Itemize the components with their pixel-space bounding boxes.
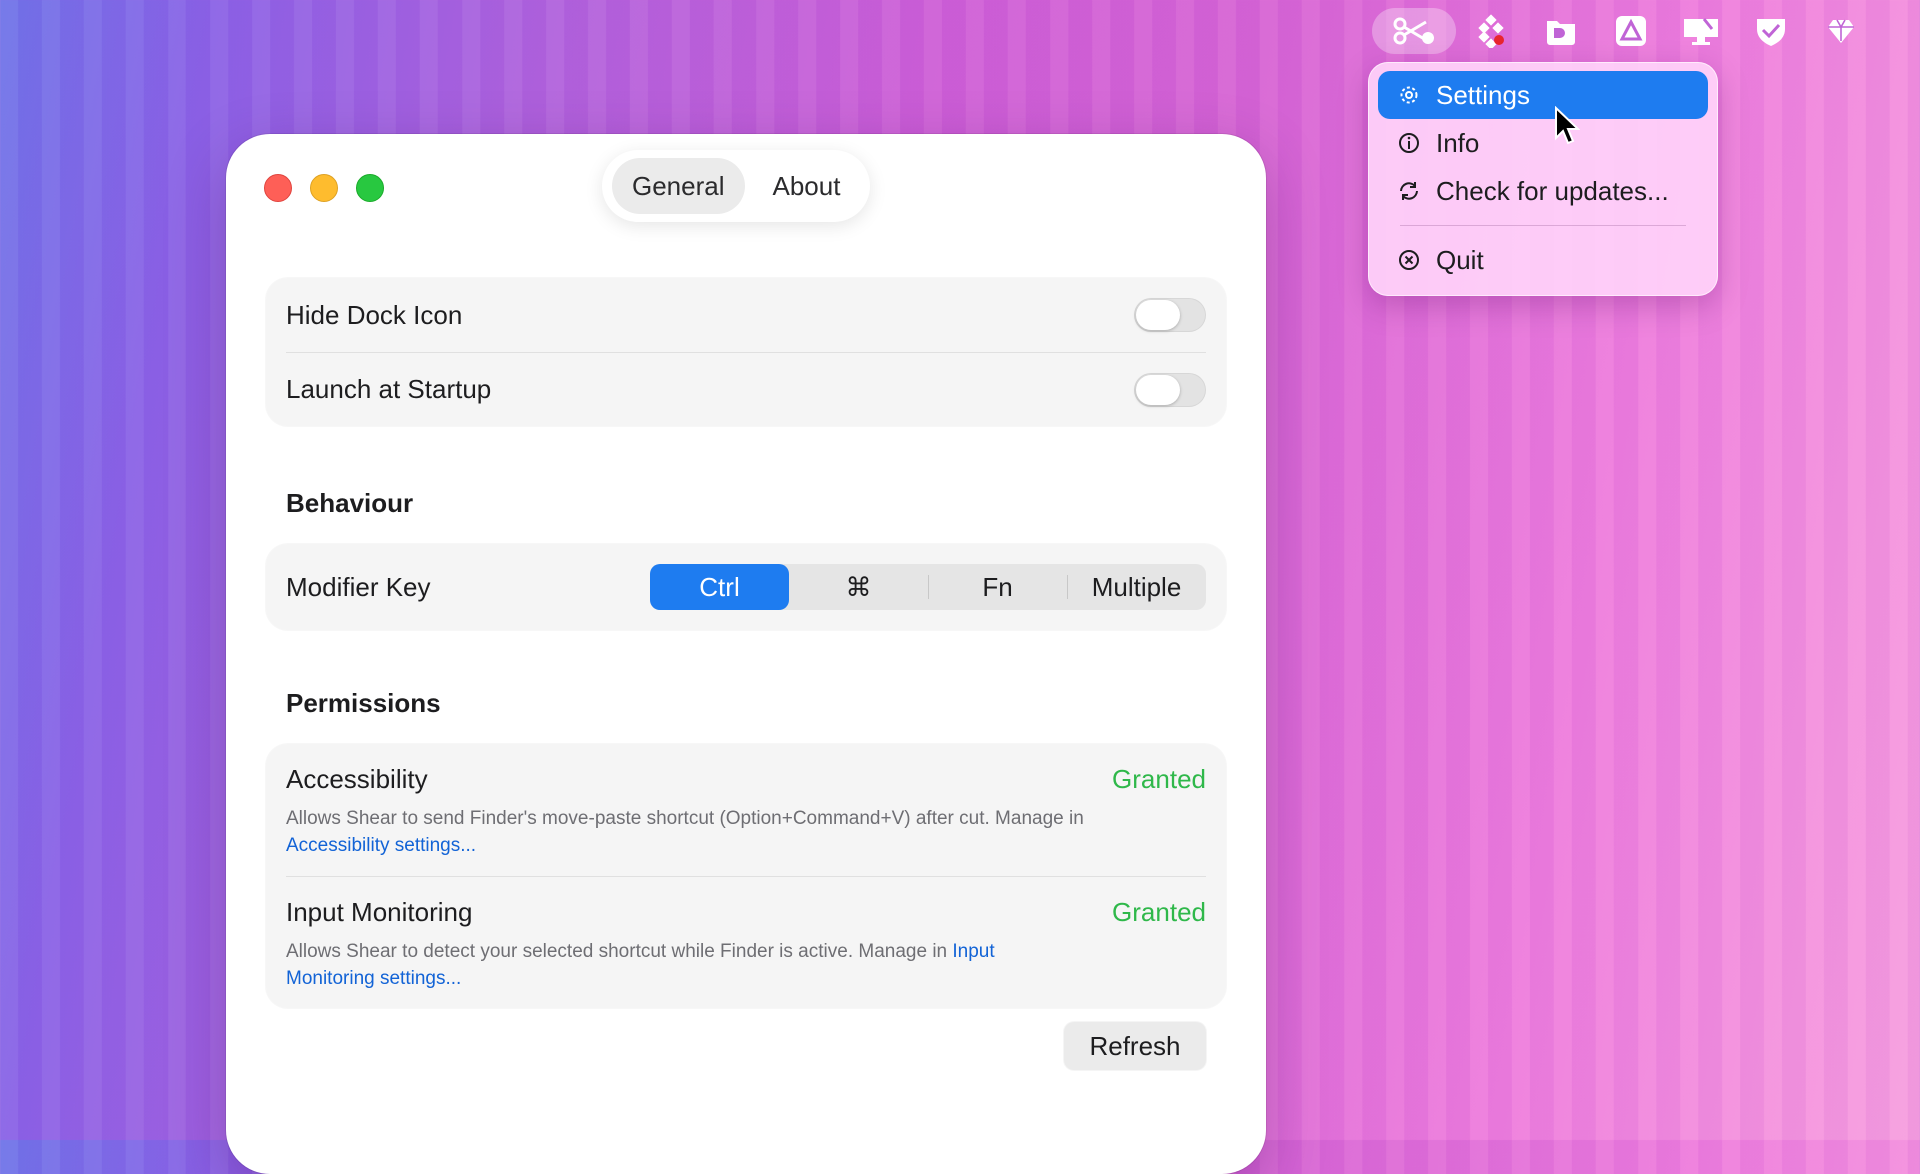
menu-item-label: Settings: [1436, 79, 1530, 110]
menu-item-settings[interactable]: Settings: [1378, 71, 1708, 119]
diamond-icon[interactable]: [1806, 8, 1876, 54]
modifier-option-command[interactable]: ⌘: [789, 564, 928, 610]
behaviour-heading: Behaviour: [286, 488, 414, 518]
modifier-option-ctrl[interactable]: Ctrl: [650, 564, 789, 610]
modifier-option-fn[interactable]: Fn: [928, 564, 1067, 610]
tab-general[interactable]: General: [612, 158, 745, 214]
behaviour-card: Modifier Key Ctrl ⌘ Fn Multiple: [266, 544, 1226, 630]
tab-about[interactable]: About: [753, 158, 861, 214]
shear-scissors-icon[interactable]: [1372, 8, 1456, 54]
menu-item-label: Info: [1436, 127, 1480, 158]
settings-window: General About Hide Dock Icon Launch at S…: [226, 134, 1266, 1174]
launch-at-startup-toggle[interactable]: [1134, 372, 1206, 407]
accessibility-status: Granted: [1112, 764, 1206, 794]
launch-at-startup-row: Launch at Startup: [266, 353, 1226, 426]
mouse-cursor-icon: [1555, 106, 1580, 145]
hide-dock-icon-toggle[interactable]: [1134, 298, 1206, 332]
modifier-key-label: Modifier Key: [286, 571, 431, 602]
menu-separator: [1400, 225, 1686, 226]
hide-dock-icon-label: Hide Dock Icon: [286, 299, 463, 330]
input-monitoring-status: Granted: [1112, 897, 1206, 927]
menu-item-label: Quit: [1436, 244, 1484, 275]
close-circle-icon: [1396, 247, 1422, 273]
dots-grid-icon[interactable]: [1456, 8, 1526, 54]
input-monitoring-permission: Input Monitoring Granted Allows Shear to…: [266, 877, 1226, 1008]
refresh-icon: [1396, 178, 1422, 204]
accessibility-settings-link[interactable]: Accessibility settings...: [286, 835, 476, 856]
accessibility-title: Accessibility: [286, 764, 428, 794]
menu-item-label: Check for updates...: [1436, 175, 1669, 206]
zoom-window-button[interactable]: [356, 174, 384, 202]
accessibility-description: Allows Shear to send Finder's move-paste…: [286, 808, 1084, 829]
menu-item-info[interactable]: Info: [1378, 119, 1708, 167]
status-menu: Settings Info Check for updates... Quit: [1368, 62, 1718, 296]
menu-item-check-updates[interactable]: Check for updates...: [1378, 167, 1708, 215]
launch-at-startup-label: Launch at Startup: [286, 374, 492, 404]
close-window-button[interactable]: [264, 174, 292, 202]
minimize-window-button[interactable]: [310, 174, 338, 202]
gear-icon: [1396, 82, 1422, 108]
permissions-card: Accessibility Granted Allows Shear to se…: [266, 744, 1226, 1008]
modifier-option-multiple[interactable]: Multiple: [1067, 564, 1206, 610]
display-icon[interactable]: [1666, 8, 1736, 54]
drive-triangle-icon[interactable]: [1596, 8, 1666, 54]
shield-check-icon[interactable]: [1736, 8, 1806, 54]
tab-bar: General About: [602, 150, 871, 222]
window-controls: [264, 174, 384, 202]
refresh-button[interactable]: Refresh: [1064, 1022, 1206, 1070]
modifier-key-segmented-control: Ctrl ⌘ Fn Multiple: [650, 564, 1206, 610]
general-options-card: Hide Dock Icon Launch at Startup: [266, 278, 1226, 426]
folder-badge-icon[interactable]: [1526, 8, 1596, 54]
permissions-heading: Permissions: [286, 688, 441, 718]
input-monitoring-description: Allows Shear to detect your selected sho…: [286, 941, 948, 962]
input-monitoring-title: Input Monitoring: [286, 897, 473, 927]
hide-dock-icon-row: Hide Dock Icon: [266, 278, 1226, 352]
menu-bar-extras: [1372, 6, 1876, 56]
info-icon: [1396, 130, 1422, 156]
menu-item-quit[interactable]: Quit: [1378, 236, 1708, 284]
accessibility-permission: Accessibility Granted Allows Shear to se…: [266, 744, 1226, 876]
modifier-key-row: Modifier Key Ctrl ⌘ Fn Multiple: [266, 544, 1226, 630]
